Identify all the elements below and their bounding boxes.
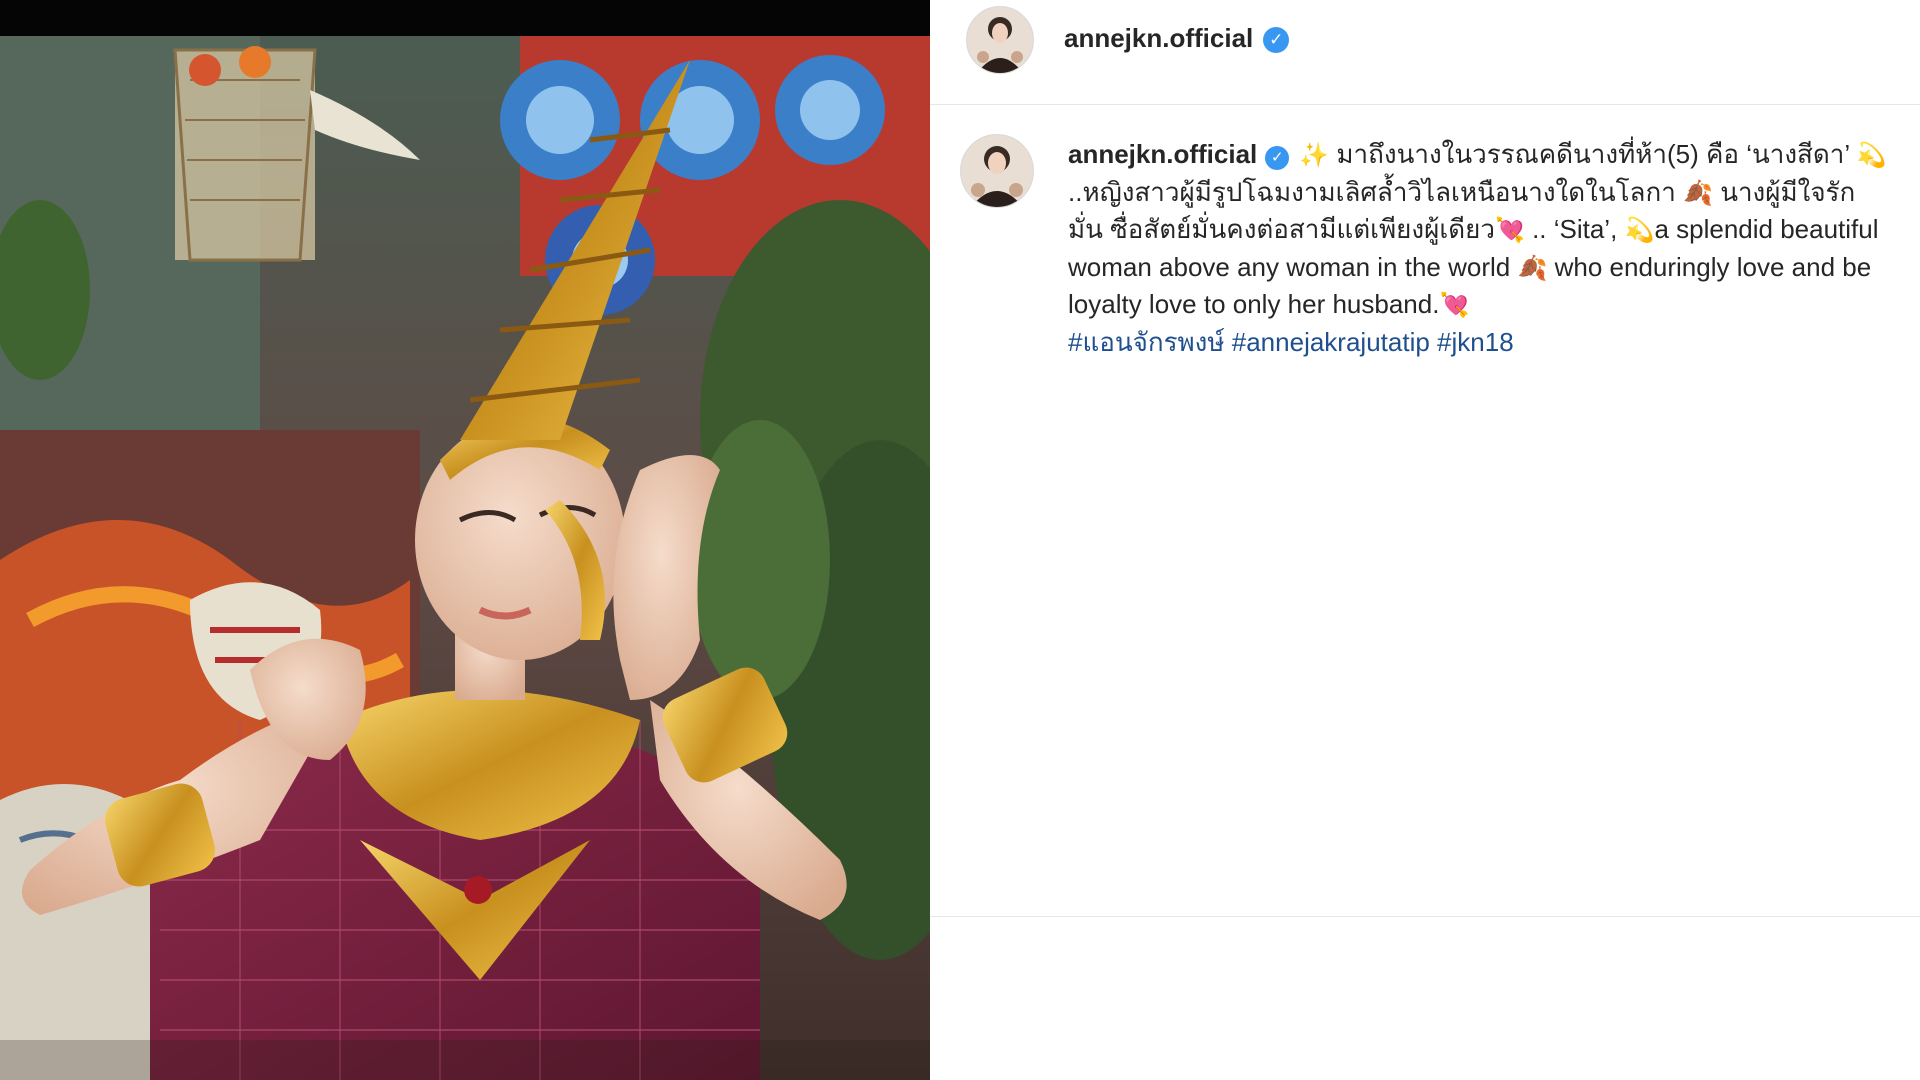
post-caption: annejkn.official ✓ ✨ มาถึงนางในวรรณคดีนางท…	[1068, 136, 1888, 361]
hashtag-link[interactable]: #jkn18	[1437, 327, 1514, 357]
leaf-emoji-icon: 🍂	[1517, 254, 1548, 282]
hashtag-link[interactable]: #annejakrajutatip	[1232, 327, 1430, 357]
verified-badge-icon: ✓	[1265, 146, 1290, 170]
caption-thai-text-2: ..หญิงสาวผู้มีรูปโฉมงามเลิศล้ำวิไลเหนือน…	[1068, 176, 1676, 207]
instagram-post-view: annejkn.official ✓ annejkn.official ✓ ✨ มาถ…	[0, 0, 1920, 1080]
caption-thai-text-1: มาถึงนางในวรรณคดีนางที่ห้า(5) คือ ‘นางสี…	[1336, 139, 1850, 169]
header-username[interactable]: annejkn.official ✓	[1064, 22, 1290, 54]
leaf-emoji-icon: 🍂	[1683, 179, 1713, 207]
caption-username[interactable]: annejkn.official	[1068, 139, 1257, 169]
comments-divider	[930, 916, 1920, 917]
post-header: annejkn.official ✓	[930, 0, 1920, 105]
dizzy-emoji-icon: 💫	[1856, 142, 1887, 169]
sparkles-emoji-icon: ✨	[1299, 142, 1330, 169]
header-username-text[interactable]: annejkn.official	[1064, 23, 1253, 53]
caption-english-text-1: .. ‘Sita’,	[1532, 214, 1618, 244]
hashtag-link[interactable]: #แอนจักรพงษ์	[1068, 327, 1225, 357]
post-details-panel: annejkn.official ✓ annejkn.official ✓ ✨ มาถ…	[930, 0, 1920, 1080]
verified-badge-icon: ✓	[1263, 27, 1290, 53]
profile-avatar[interactable]	[966, 6, 1034, 74]
heart-arrow-emoji-icon: 💘	[1494, 217, 1525, 244]
avatar-image	[967, 7, 1033, 73]
caption-avatar-image	[961, 135, 1033, 207]
post-photo[interactable]	[0, 0, 930, 1080]
dizzy-emoji-icon: 💫	[1624, 217, 1655, 244]
caption-avatar[interactable]	[960, 134, 1034, 208]
heart-arrow-emoji-icon: 💘	[1439, 292, 1470, 319]
dancer-photo-illustration	[0, 36, 930, 1080]
photo-top-bar	[0, 0, 930, 36]
